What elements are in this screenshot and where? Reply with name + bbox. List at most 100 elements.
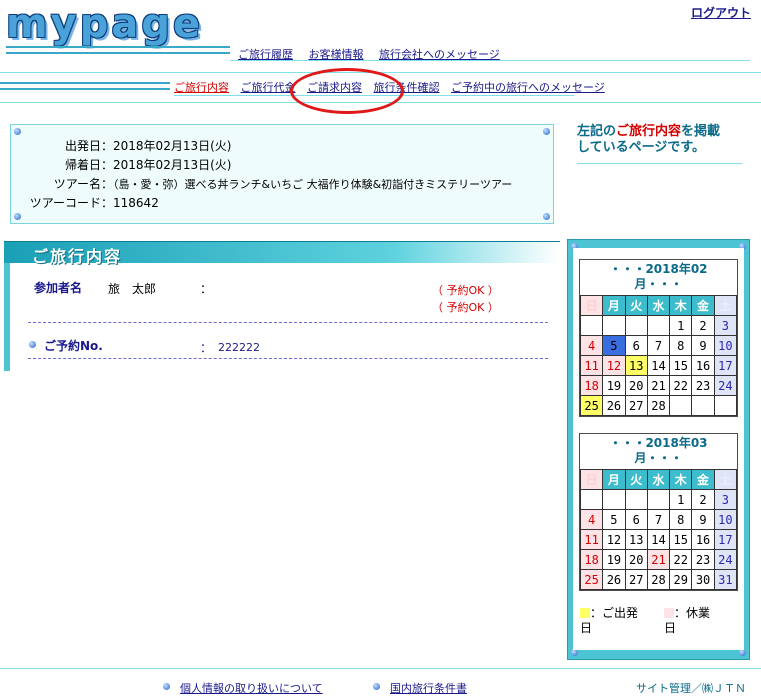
privacy-policy-link[interactable]: 個人情報の取り扱いについて: [180, 680, 323, 696]
weekday-header: 月: [602, 295, 626, 316]
calendar-day: 4: [579, 509, 604, 530]
section-title: ご旅行内容: [32, 247, 123, 266]
calendar-day: 13: [624, 529, 648, 550]
weekday-header: 水: [646, 295, 671, 316]
bullet-icon: [373, 683, 380, 690]
calendar-day: 6: [624, 509, 648, 530]
section-heading-bar: ご旅行内容: [4, 241, 560, 266]
calendar-day: 23: [691, 549, 715, 570]
calendar-day: 22: [669, 375, 693, 396]
calendar-day: 3: [713, 315, 738, 336]
calendar-legend: ：ご出発 日 ：休業 日: [580, 606, 740, 636]
calendar-day: 11: [579, 529, 604, 550]
calendar-day: 14: [646, 529, 671, 550]
calendar-day: 23: [691, 375, 715, 396]
calendar-month: ・・・2018年02 月・・・ 日月火水木金土 1 2 3 4 5 6 7 8 9 10 11 12 13…: [579, 259, 738, 417]
calendar-day: 27: [624, 569, 648, 590]
calendar-day: 6: [624, 335, 648, 356]
calendar-day: 1: [669, 315, 693, 336]
calendar-day: 19: [602, 549, 626, 570]
calendar-day: 8: [669, 335, 693, 356]
calendar-day: 22: [669, 549, 693, 570]
calendar-day: 2: [691, 489, 715, 510]
departure-row: 出発日：2018年02月13日(火): [64, 139, 232, 153]
weekday-header: 土: [713, 295, 738, 316]
calendar-month-title: ・・・2018年03 月・・・: [609, 436, 708, 465]
calendar-month: ・・・2018年03 月・・・ 日月火水木金土 1 2 3 4 5 6 7 8 9 10 11 12 13…: [579, 433, 738, 591]
calendar-day: 2: [691, 315, 715, 336]
calendar-day: 18: [579, 375, 604, 396]
colon: ：: [200, 341, 213, 355]
weekday-header: 木: [669, 469, 693, 490]
dashed-divider: [28, 358, 548, 359]
tab-tour-details[interactable]: ご旅行内容: [174, 81, 229, 94]
calendar-day: 10: [713, 509, 738, 530]
weekday-header: 火: [624, 295, 648, 316]
calendar-day: 15: [669, 529, 693, 550]
calendar-day: 18: [579, 549, 604, 570]
calendar-day: 31: [713, 569, 738, 590]
calendar-day: 15: [669, 355, 693, 376]
calendar-empty-cell: [669, 395, 693, 416]
calendar-day: 26: [602, 395, 626, 416]
calendar-grid: 日月火水木金土 1 2 3 4 5 6 7 8 9 10 11 12 13 14 15 16 17 18 19 20 21…: [579, 295, 738, 416]
calendar-day: 7: [646, 509, 671, 530]
footer-divider: [0, 668, 761, 669]
site-admin-text: サイト管理／㈱ＪＴＮ: [636, 682, 746, 695]
calendar-day: 24: [713, 375, 738, 396]
corner-dot-icon: [14, 213, 21, 220]
corner-dot-icon: [14, 128, 21, 135]
corner-dot-icon: [543, 128, 550, 135]
weekday-header: 木: [669, 295, 693, 316]
weekday-header: 月: [602, 469, 626, 490]
reservation-number: 222222: [218, 341, 260, 354]
calendar-day: 21: [646, 375, 671, 396]
departure-swatch: [580, 608, 590, 618]
corner-dot-icon: [739, 649, 746, 656]
travel-terms-link[interactable]: 国内旅行条件書: [390, 680, 467, 696]
tour-summary-box: 出発日：2018年02月13日(火) 帰着日：2018年02月13日(火) ツア…: [10, 124, 554, 224]
tour-name-row: ツアー名：（島・愛・弥）選べる丼ランチ&いちご 大福作り体験&初詣付きミステリー…: [53, 177, 513, 191]
calendar-day: 17: [713, 529, 738, 550]
subnav-stripe: [0, 82, 170, 90]
calendar-day: 28: [646, 569, 671, 590]
calendar-day: 1: [669, 489, 693, 510]
corner-dot-icon: [543, 213, 550, 220]
logout-link[interactable]: ログアウト: [691, 4, 751, 21]
calendar-empty-cell: [713, 395, 738, 416]
calendar-day: 24: [713, 549, 738, 570]
tab-reservation-message[interactable]: ご予約中の旅行へのメッセージ: [451, 81, 605, 94]
calendar-day: 12: [602, 529, 626, 550]
calendar-day: 14: [646, 355, 671, 376]
calendar-day: 26: [602, 569, 626, 590]
calendar-empty-cell: [602, 489, 626, 510]
calendar-empty-cell: [579, 489, 604, 510]
bullet-icon: [29, 341, 36, 348]
section-side-bar: [4, 263, 10, 371]
calendar-day: 5: [602, 509, 626, 530]
calendar-day: 3: [713, 489, 738, 510]
status-badge: （ 予約OK ）: [432, 301, 499, 314]
weekday-header: 日: [579, 469, 604, 490]
calendar-day: 25: [579, 569, 604, 590]
page-description: 左記のご旅行内容を掲載 しているページです。: [577, 124, 721, 155]
weekday-header: 水: [646, 469, 671, 490]
reservation-label: ご予約No.: [44, 339, 103, 353]
tour-code-row: ツアーコード：118642: [29, 196, 159, 210]
weekday-header: 火: [624, 469, 648, 490]
tab-tour-price[interactable]: ご旅行代金: [241, 81, 296, 94]
nav-underline: [230, 60, 750, 61]
status-badge: （ 予約OK ）: [432, 284, 499, 297]
calendar-empty-cell: [691, 395, 715, 416]
calendar-day: 20: [624, 375, 648, 396]
weekday-header: 金: [691, 469, 715, 490]
calendar-day: 12: [602, 355, 626, 376]
participant-name: 旅 太郎: [108, 282, 157, 296]
calendar-day: 8: [669, 509, 693, 530]
return-row: 帰着日：2018年02月13日(火): [64, 158, 232, 172]
calendar-empty-cell: [646, 315, 671, 336]
tour-name: （島・愛・弥）選べる丼ランチ&いちご 大福作り体験&初詣付きミステリーツアー: [113, 178, 513, 191]
calendar-day: 11: [579, 355, 604, 376]
calendar-empty-cell: [646, 489, 671, 510]
calendar-day: 28: [646, 395, 671, 416]
